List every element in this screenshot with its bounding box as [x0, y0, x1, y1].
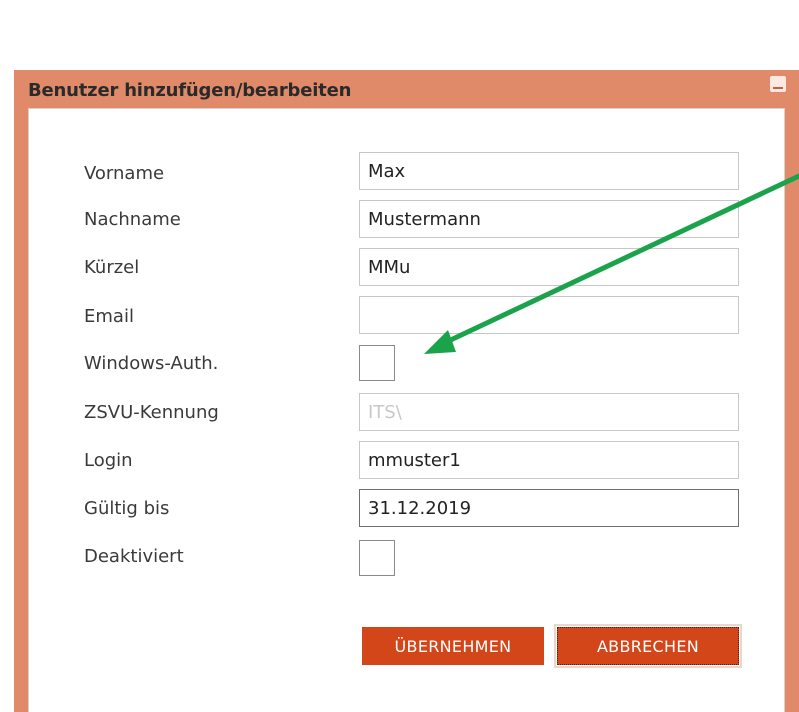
login-label: Login — [84, 450, 133, 471]
windows-auth-checkbox[interactable] — [359, 345, 395, 381]
user-dialog: Benutzer hinzufügen/bearbeiten Vorname N… — [14, 70, 799, 712]
apply-button[interactable]: ÜBERNEHMEN — [362, 627, 544, 665]
nachname-label: Nachname — [84, 209, 181, 230]
minimize-icon[interactable] — [770, 76, 786, 92]
nachname-field[interactable] — [359, 200, 739, 238]
login-field[interactable] — [359, 441, 739, 479]
windows-auth-label: Windows-Auth. — [84, 353, 219, 374]
zsvu-field — [359, 393, 739, 431]
dialog-titlebar: Benutzer hinzufügen/bearbeiten — [14, 70, 799, 108]
dialog-title: Benutzer hinzufügen/bearbeiten — [28, 80, 352, 101]
vorname-label: Vorname — [84, 163, 165, 184]
form-panel: Vorname Nachname Kürzel Email Windows-Au… — [28, 108, 785, 712]
gueltig-label: Gültig bis — [84, 498, 170, 519]
kuerzel-label: Kürzel — [84, 257, 140, 278]
cancel-button[interactable]: ABBRECHEN — [554, 624, 742, 668]
deaktiviert-label: Deaktiviert — [84, 546, 184, 567]
deactivated-checkbox[interactable] — [359, 540, 395, 576]
kuerzel-field[interactable] — [359, 248, 739, 286]
email-field[interactable] — [359, 296, 739, 334]
zsvu-label: ZSVU-Kennung — [84, 402, 219, 423]
vorname-field[interactable] — [359, 152, 739, 190]
valid-until-field[interactable] — [359, 489, 739, 527]
email-label: Email — [84, 306, 134, 327]
